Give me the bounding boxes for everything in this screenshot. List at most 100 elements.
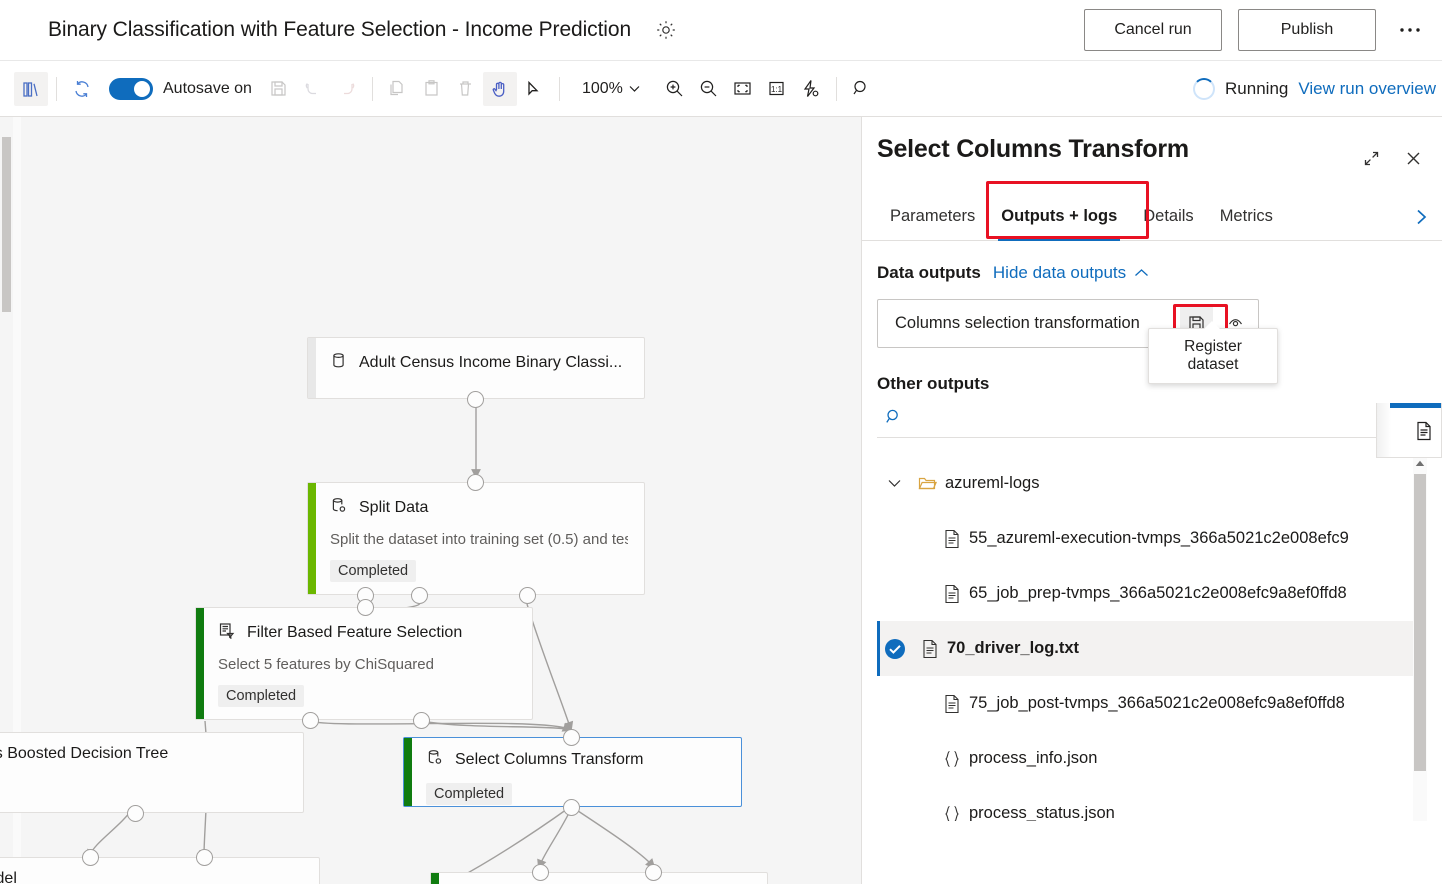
- cancel-run-button[interactable]: Cancel run: [1084, 9, 1222, 51]
- tree-label: 75_job_post-tvmps_366a5021c2e008efc9a8ef…: [969, 694, 1345, 713]
- autosave-label: Autosave on: [163, 80, 252, 98]
- panel-header-actions: [1356, 135, 1428, 173]
- chevron-right-icon[interactable]: [1413, 207, 1442, 227]
- pipeline-node-select-columns-transform[interactable]: Select Columns Transform Completed: [403, 737, 742, 807]
- page-title: Binary Classification with Feature Selec…: [48, 18, 631, 42]
- zoom-level-selector[interactable]: 100%: [574, 73, 648, 105]
- zoom-out-icon[interactable]: [692, 72, 726, 106]
- node-port-output[interactable]: [563, 799, 580, 816]
- node-status-bar: [431, 873, 439, 884]
- module-icon: [330, 497, 347, 519]
- autosave-toggle[interactable]: [109, 78, 153, 100]
- pipeline-node-train-model[interactable]: Train Model mpleted: [0, 857, 320, 884]
- copy-icon[interactable]: [381, 72, 415, 106]
- more-options-icon[interactable]: [1392, 12, 1428, 48]
- toolbar-divider: [56, 77, 57, 101]
- node-port-output[interactable]: [519, 587, 536, 604]
- view-run-overview-link[interactable]: View run overview: [1298, 79, 1436, 99]
- node-port-output[interactable]: [411, 587, 428, 604]
- tree-label: 55_azureml-execution-tvmps_366a5021c2e00…: [969, 529, 1349, 548]
- refresh-icon[interactable]: [65, 72, 99, 106]
- close-icon[interactable]: [1398, 143, 1428, 173]
- check-circle-icon: [877, 638, 913, 660]
- folder-open-icon: [911, 475, 945, 492]
- pipeline-node-apply-transformation[interactable]: Apply Transformation Apply the same tran…: [430, 872, 768, 884]
- text-file-icon: [935, 529, 969, 549]
- paste-icon[interactable]: [415, 72, 449, 106]
- node-port-output[interactable]: [302, 712, 319, 729]
- file-tree-scrollbar-thumb[interactable]: [1414, 474, 1426, 771]
- tree-label: 65_job_prep-tvmps_366a5021c2e008efc9a8ef…: [969, 584, 1347, 603]
- hand-icon[interactable]: [483, 72, 517, 106]
- node-port-output[interactable]: [127, 805, 144, 822]
- tree-row-folder-azureml-logs[interactable]: azureml-logs: [877, 456, 1427, 511]
- node-title-row: Select Columns Transform: [426, 749, 725, 771]
- node-port-input[interactable]: [357, 599, 374, 616]
- tree-row-file[interactable]: 65_job_prep-tvmps_366a5021c2e008efc9a8ef…: [877, 566, 1427, 621]
- node-title-row: Split Data: [330, 497, 628, 519]
- scroll-up-icon[interactable]: [1413, 456, 1427, 471]
- hide-data-outputs-label: Hide data outputs: [993, 263, 1126, 283]
- expand-icon[interactable]: [1356, 143, 1386, 173]
- text-file-icon: [935, 584, 969, 604]
- node-title-row: Train Model: [0, 870, 303, 884]
- pipeline-node-split-data[interactable]: Split Data Split the dataset into traini…: [307, 482, 645, 595]
- node-description: Select 5 features by ChiSquared: [218, 656, 516, 673]
- gear-icon[interactable]: [651, 15, 681, 45]
- search-icon[interactable]: [845, 72, 879, 106]
- trash-icon[interactable]: [449, 72, 483, 106]
- json-file-icon: [935, 749, 969, 769]
- fit-to-screen-icon[interactable]: [726, 72, 760, 106]
- undo-icon[interactable]: [296, 72, 330, 106]
- publish-button[interactable]: Publish: [1238, 9, 1376, 51]
- search-icon[interactable]: [877, 400, 911, 434]
- redo-icon[interactable]: [330, 72, 364, 106]
- tree-row-file[interactable]: process_info.json: [877, 731, 1427, 786]
- data-output-name: Columns selection transformation: [878, 314, 1180, 333]
- node-port-input[interactable]: [82, 849, 99, 866]
- tree-row-file[interactable]: process_status.json: [877, 786, 1427, 821]
- pipeline-canvas[interactable]: Adult Census Income Binary Classi... Spl…: [0, 117, 861, 884]
- tab-details[interactable]: Details: [1130, 193, 1206, 241]
- tree-row-file-selected[interactable]: 70_driver_log.txt: [877, 621, 1427, 676]
- tree-label: process_info.json: [969, 749, 1097, 768]
- header-left: Binary Classification with Feature Selec…: [0, 15, 681, 45]
- hide-data-outputs-link[interactable]: Hide data outputs: [993, 263, 1149, 283]
- node-port-input[interactable]: [563, 729, 580, 746]
- chevron-down-icon[interactable]: [877, 479, 911, 488]
- register-dataset-tooltip: Register dataset: [1148, 328, 1278, 384]
- pipeline-node-dataset[interactable]: Adult Census Income Binary Classi...: [307, 337, 645, 399]
- canvas-scrollbar-thumb[interactable]: [2, 137, 11, 312]
- peek-accent-bar: [1390, 403, 1441, 408]
- node-port-input[interactable]: [467, 474, 484, 491]
- zoom-in-icon[interactable]: [658, 72, 692, 106]
- node-status-bar: [404, 738, 412, 806]
- library-icon[interactable]: [14, 72, 48, 106]
- tab-outputs-logs[interactable]: Outputs + logs: [988, 193, 1130, 241]
- data-outputs-label: Data outputs: [877, 263, 981, 283]
- outputs-file-tree[interactable]: azureml-logs 55_azureml-execution-tvmps_…: [877, 456, 1427, 821]
- node-title: Split Data: [359, 499, 428, 517]
- pipeline-node-two-class-boosted-decision-tree[interactable]: wo-Class Boosted Decision Tree pleted: [0, 732, 304, 813]
- node-port-input[interactable]: [532, 864, 549, 881]
- cursor-icon[interactable]: [517, 72, 551, 106]
- background-panel-peek[interactable]: [1376, 403, 1442, 458]
- search-input[interactable]: [911, 407, 1385, 427]
- node-port-output[interactable]: [467, 391, 484, 408]
- app-header: Binary Classification with Feature Selec…: [0, 0, 1442, 61]
- node-port-output[interactable]: [413, 712, 430, 729]
- node-title-row: Filter Based Feature Selection: [218, 622, 516, 644]
- tab-metrics[interactable]: Metrics: [1207, 193, 1286, 241]
- tree-row-file[interactable]: 55_azureml-execution-tvmps_366a5021c2e00…: [877, 511, 1427, 566]
- save-icon[interactable]: [262, 72, 296, 106]
- pipeline-node-filter-based-feature-selection[interactable]: Filter Based Feature Selection Select 5 …: [195, 607, 533, 720]
- tree-row-file[interactable]: 75_job_post-tvmps_366a5021c2e008efc9a8ef…: [877, 676, 1427, 731]
- node-status-badge: Completed: [426, 783, 512, 805]
- one-to-one-icon[interactable]: 1:1: [760, 72, 794, 106]
- node-port-input[interactable]: [196, 849, 213, 866]
- file-tree-scrollbar[interactable]: [1413, 456, 1427, 821]
- panel-body: Data outputs Hide data outputs Columns s…: [862, 263, 1442, 821]
- auto-layout-icon[interactable]: [794, 72, 828, 106]
- node-port-input[interactable]: [645, 864, 662, 881]
- tab-parameters[interactable]: Parameters: [877, 193, 988, 241]
